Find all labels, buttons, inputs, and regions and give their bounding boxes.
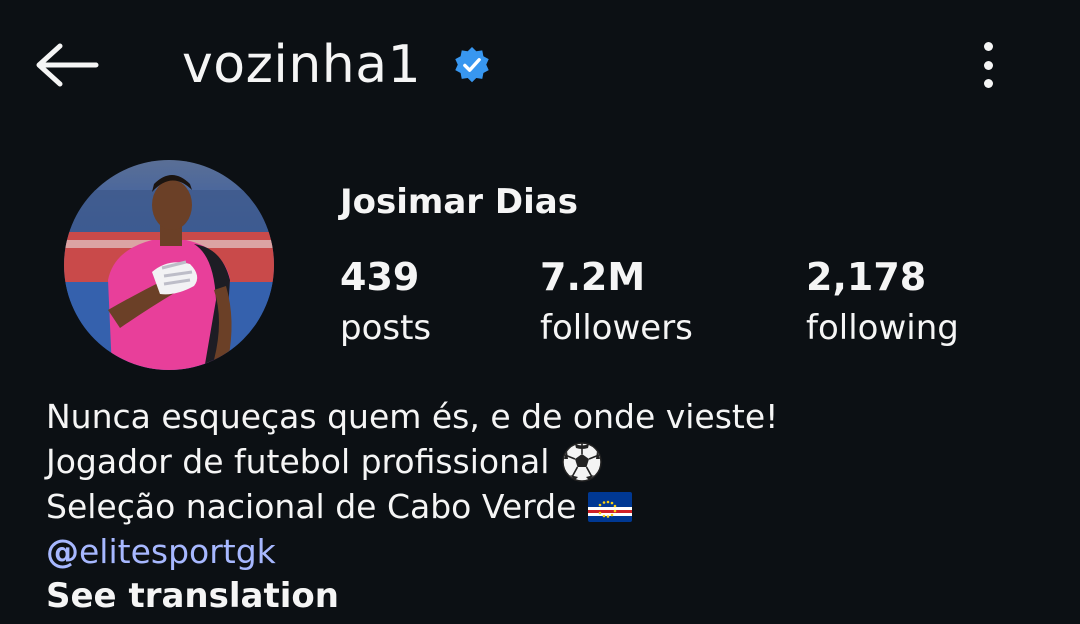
posts-stat[interactable]: 439 posts: [340, 252, 431, 354]
following-stat[interactable]: 2,178 following: [806, 252, 959, 354]
more-options-button[interactable]: [970, 40, 1006, 90]
cape-verde-flag-icon: [588, 491, 633, 522]
profile-bio: Nunca esqueças quem és, e de onde vieste…: [46, 394, 778, 619]
profile-username: vozinha1: [182, 35, 422, 95]
verified-badge-icon: [455, 46, 489, 83]
threads-icon: @: [46, 532, 79, 571]
threads-handle: elitesportgk: [79, 532, 276, 571]
following-label: following: [806, 308, 959, 348]
bio-text: Seleção nacional de Cabo Verde: [46, 487, 577, 526]
profile-page: vozinha1 Josimar Dias 439 posts 7.2M fol…: [0, 0, 1080, 624]
followers-count: 7.2M: [540, 255, 646, 299]
bio-line-3: Seleção nacional de Cabo Verde: [46, 484, 778, 529]
more-vertical-icon: [983, 42, 993, 51]
threads-link[interactable]: @ elitesportgk: [46, 529, 778, 574]
avatar[interactable]: [64, 160, 274, 370]
profile-photo-image: [64, 160, 274, 370]
bio-line-1: Nunca esqueças quem és, e de onde vieste…: [46, 394, 778, 439]
following-count: 2,178: [806, 255, 927, 299]
soccer-ball-icon: [562, 441, 603, 482]
arrow-left-icon: [36, 43, 99, 87]
bio-line-2: Jogador de futebol profissional: [46, 439, 778, 484]
posts-count: 439: [340, 255, 420, 299]
followers-label: followers: [540, 308, 693, 348]
posts-label: posts: [340, 308, 432, 348]
bio-text: Nunca esqueças quem és, e de onde vieste…: [46, 397, 779, 436]
followers-stat[interactable]: 7.2M followers: [540, 252, 693, 354]
bio-text: Jogador de futebol profissional: [46, 442, 550, 481]
see-translation-button[interactable]: See translation: [46, 574, 778, 619]
back-button[interactable]: [34, 40, 104, 90]
profile-full-name: Josimar Dias: [340, 182, 578, 222]
